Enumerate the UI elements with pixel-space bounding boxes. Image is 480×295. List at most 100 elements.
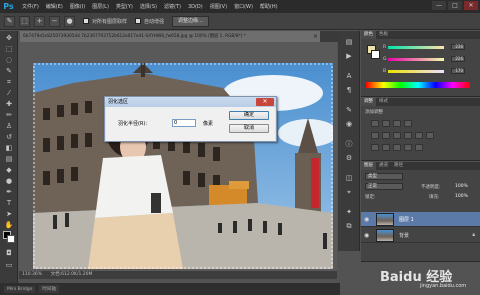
close-document-icon[interactable]: × (313, 31, 318, 42)
eyedropper-tool-icon[interactable]: ⁄ (2, 89, 16, 98)
curves-icon[interactable] (393, 120, 401, 127)
slider-r-value[interactable]: 236 (451, 44, 465, 50)
menu-type[interactable]: 类型(Y) (116, 3, 133, 10)
blur-tool-icon[interactable]: ◆ (2, 166, 16, 175)
menu-edit[interactable]: 编辑(E) (46, 3, 63, 10)
levels-icon[interactable] (382, 120, 390, 127)
hand-tool-icon[interactable]: ✋ (2, 221, 16, 230)
gradient-tool-icon[interactable]: ▤ (2, 155, 16, 164)
hue-saturation-icon[interactable] (382, 132, 390, 139)
pen-tool-icon[interactable]: ✒ (2, 188, 16, 197)
paragraph-panel-icon[interactable]: ¶ (343, 85, 355, 95)
info-panel-icon[interactable]: ⓘ (343, 139, 355, 149)
fill-value[interactable]: 100% (455, 194, 468, 199)
posterize-icon[interactable] (382, 144, 390, 151)
tab-adjustments[interactable]: 调整 (361, 98, 376, 106)
photo-canvas[interactable] (33, 63, 333, 269)
crop-tool-icon[interactable]: ⌗ (2, 78, 16, 87)
slider-g-value[interactable]: 226 (451, 56, 465, 62)
layer-kind-filter[interactable]: 类型 (365, 173, 403, 180)
clone-source-icon[interactable]: ⧉ (343, 221, 355, 231)
menu-help[interactable]: 帮助(H) (260, 3, 278, 10)
quick-selection-tool-icon[interactable]: ✎ (2, 67, 16, 76)
sample-all-layers-checkbox[interactable] (83, 18, 89, 24)
cancel-button[interactable]: 取消 (229, 124, 269, 133)
close-window-button[interactable]: ✕ (464, 1, 478, 10)
history-panel-icon[interactable]: ▤ (343, 37, 355, 47)
quick-selection-icon[interactable]: ✎ (4, 15, 15, 27)
menu-file[interactable]: 文件(F) (22, 3, 39, 10)
type-tool-icon[interactable]: T (2, 199, 16, 208)
visibility-eye-icon[interactable]: ◉ (364, 232, 372, 239)
lasso-tool-icon[interactable]: ◌ (2, 56, 16, 65)
threshold-icon[interactable] (393, 144, 401, 151)
tab-color[interactable]: 颜色 (361, 31, 376, 39)
history-brush-tool-icon[interactable]: ↺ (2, 133, 16, 142)
document-tab[interactable]: 6b7479a5c825073930544 7b2367793752b612a0… (20, 31, 320, 42)
color-balance-icon[interactable] (393, 132, 401, 139)
background-color-swatch[interactable] (7, 235, 15, 243)
color-spectrum-bar[interactable] (366, 82, 470, 88)
slider-g-track[interactable] (388, 58, 444, 61)
feather-radius-input[interactable]: 0 (172, 119, 196, 127)
brush-panel-icon[interactable]: ✎ (343, 105, 355, 115)
layer-row[interactable]: ◉ 背景 🔒︎ (361, 228, 480, 243)
tab-swatches[interactable]: 色板 (376, 31, 391, 39)
path-selection-tool-icon[interactable]: ➤ (2, 210, 16, 219)
tab-layers[interactable]: 图层 (361, 162, 376, 170)
slider-b-value[interactable]: 170 (451, 68, 465, 74)
slider-r[interactable]: R 236 (383, 44, 465, 50)
vibrance-icon[interactable] (371, 132, 379, 139)
refine-edge-button[interactable]: 调整边缘... (172, 15, 209, 27)
menu-view[interactable]: 视图(V) (210, 3, 227, 10)
ok-button[interactable]: 确定 (229, 111, 269, 120)
properties-panel-icon[interactable]: ⚙ (343, 153, 355, 163)
slider-r-track[interactable] (388, 46, 444, 49)
marquee-tool-icon[interactable]: ⬚ (2, 45, 16, 54)
tab-timeline[interactable]: 时间轴 (39, 285, 59, 293)
minimize-button[interactable]: — (432, 1, 446, 10)
new-selection-icon[interactable]: ⬚ (19, 15, 30, 27)
brightness-contrast-icon[interactable] (371, 120, 379, 127)
opacity-value[interactable]: 100% (455, 184, 468, 189)
menu-window[interactable]: 窗口(W) (234, 3, 253, 10)
invert-icon[interactable] (371, 144, 379, 151)
navigator-panel-icon[interactable]: ⌖ (343, 187, 355, 197)
blend-mode-select[interactable]: 正常 (365, 183, 403, 190)
dodge-tool-icon[interactable]: ● (2, 177, 16, 186)
channel-mixer-icon[interactable] (426, 132, 434, 139)
eraser-tool-icon[interactable]: ◧ (2, 144, 16, 153)
layer-row[interactable]: ◉ 图层 1 (361, 212, 480, 227)
brush-presets-icon[interactable]: ◉ (343, 119, 355, 129)
tab-styles[interactable]: 样式 (376, 98, 391, 106)
color-bg-swatch[interactable] (371, 50, 380, 59)
brush-tool-icon[interactable]: ✏ (2, 111, 16, 120)
tab-channels[interactable]: 通道 (376, 162, 391, 170)
zoom-level[interactable]: 110.36% (22, 272, 42, 277)
character-panel-icon[interactable]: A (343, 71, 355, 81)
slider-g[interactable]: G 226 (383, 56, 465, 62)
exposure-icon[interactable] (404, 120, 412, 127)
visibility-eye-icon[interactable]: ◉ (364, 216, 372, 223)
styles-panel-icon[interactable]: ✦ (343, 207, 355, 217)
quick-mask-icon[interactable]: ◘ (2, 249, 16, 258)
tab-mini-bridge[interactable]: Mini Bridge (4, 285, 36, 293)
black-white-icon[interactable] (404, 132, 412, 139)
menu-select[interactable]: 选择(S) (140, 3, 157, 10)
menu-3d[interactable]: 3D(D) (188, 4, 203, 10)
layer-comps-icon[interactable]: ◫ (343, 173, 355, 183)
maximize-button[interactable]: □ (448, 1, 462, 10)
add-to-selection-icon[interactable]: + (34, 15, 45, 27)
brush-size-icon[interactable]: ● (64, 15, 75, 27)
dialog-close-button[interactable]: ✕ (256, 98, 274, 106)
photo-filter-icon[interactable] (415, 132, 423, 139)
healing-brush-tool-icon[interactable]: ✚ (2, 100, 16, 109)
menu-image[interactable]: 图像(I) (70, 3, 85, 10)
menu-layer[interactable]: 图层(L) (92, 3, 109, 10)
gradient-map-icon[interactable] (404, 144, 412, 151)
slider-b[interactable]: B 170 (383, 68, 465, 74)
auto-enhance-checkbox[interactable] (135, 18, 142, 24)
subtract-selection-icon[interactable]: − (49, 15, 60, 27)
clone-stamp-tool-icon[interactable]: ♙ (2, 122, 16, 131)
actions-panel-icon[interactable]: ▶ (343, 51, 355, 61)
